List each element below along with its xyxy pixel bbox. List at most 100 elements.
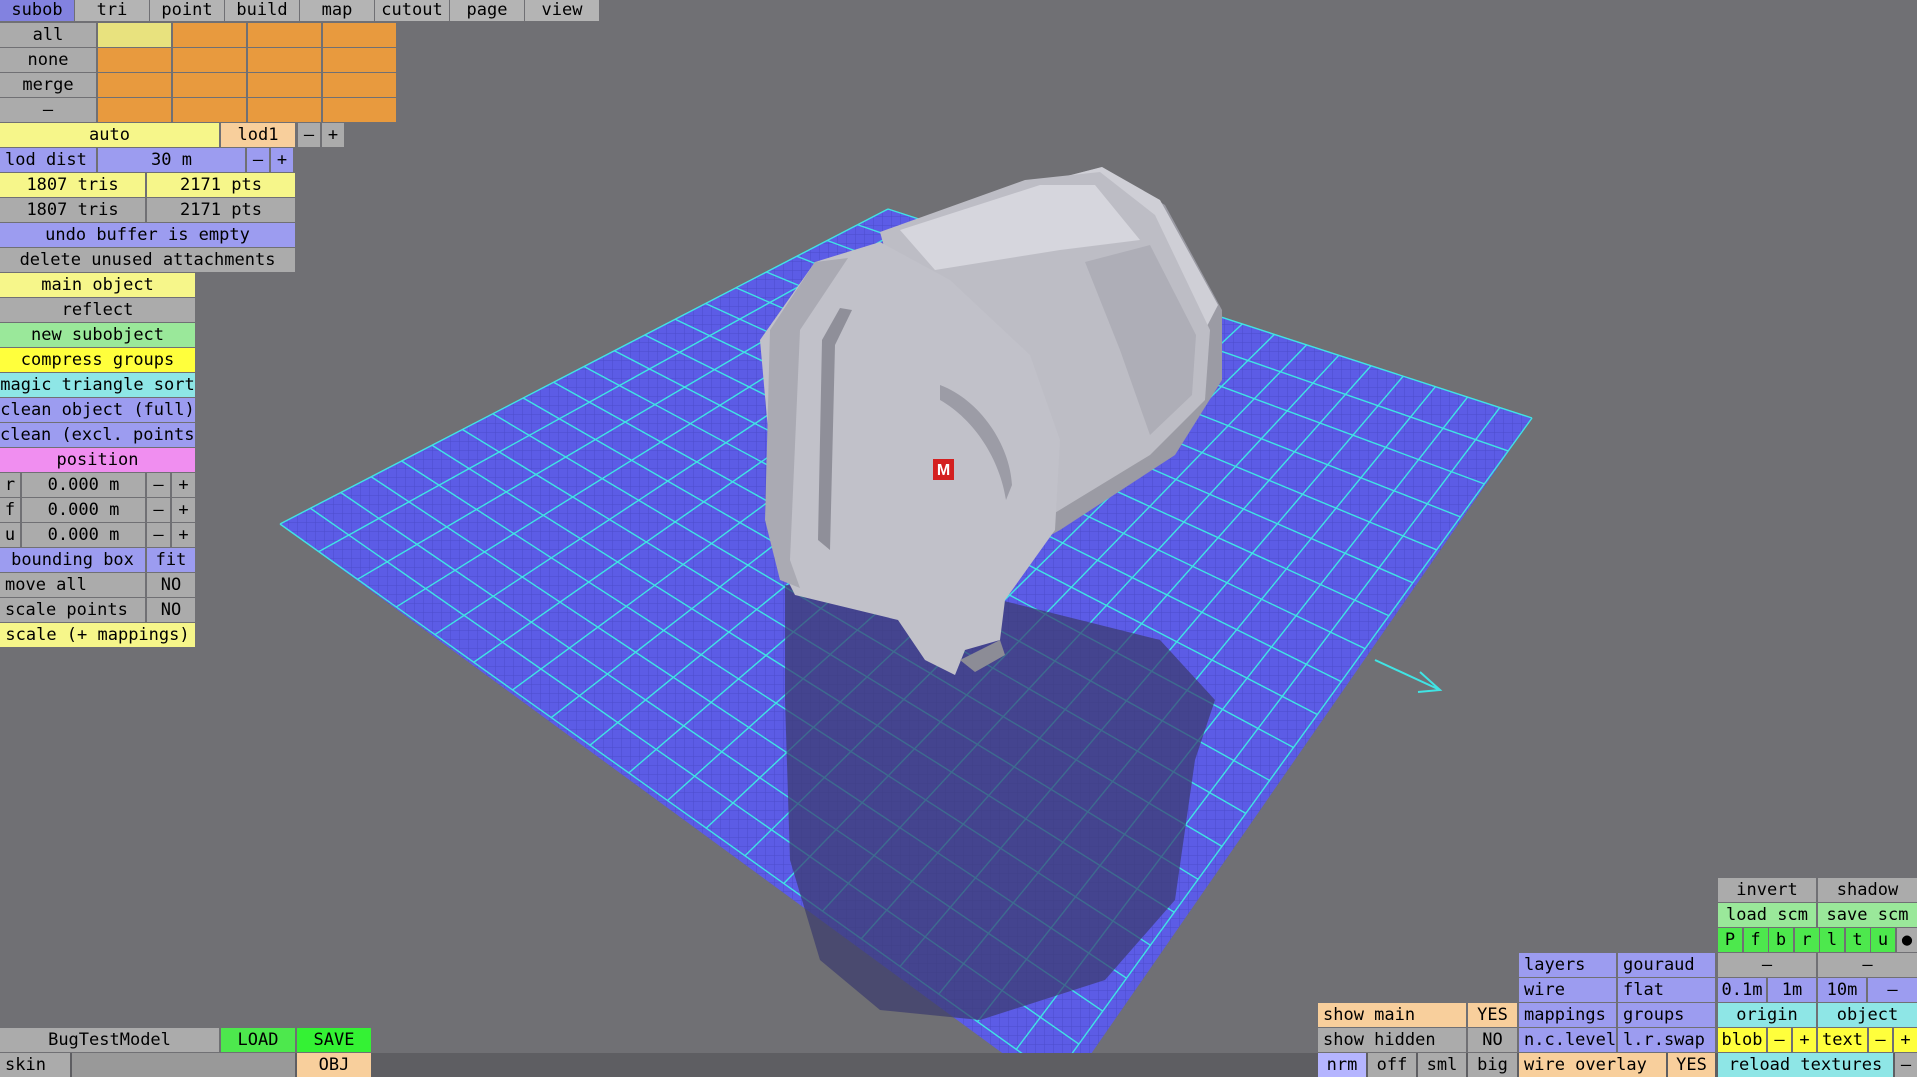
subobject-swatch[interactable] [323, 48, 396, 72]
position-minus-f[interactable]: – [147, 498, 170, 522]
text-button[interactable]: text [1818, 1028, 1867, 1052]
subobject-swatch[interactable] [323, 73, 396, 97]
view-u-button[interactable]: u [1871, 928, 1895, 952]
mappings-button[interactable]: mappings [1519, 1003, 1616, 1027]
magic-triangle-sort-button[interactable]: magic triangle sort [0, 373, 195, 397]
undo-buffer-status[interactable]: undo buffer is empty [0, 223, 295, 247]
view-b-button[interactable]: b [1769, 928, 1793, 952]
position-plus-u[interactable]: + [172, 523, 195, 547]
skin-field[interactable] [72, 1053, 295, 1077]
position-plus-f[interactable]: + [172, 498, 195, 522]
main-object-button[interactable]: main object [0, 273, 195, 297]
scale-mappings-button[interactable]: scale (+ mappings) [0, 623, 195, 647]
position-minus-u[interactable]: – [147, 523, 170, 547]
bounding-box-fit-button[interactable]: fit [147, 548, 195, 572]
subobject-swatch[interactable] [98, 23, 171, 47]
subobject-swatch[interactable] [248, 98, 321, 122]
view-l-button[interactable]: l [1820, 928, 1844, 952]
shadow-button[interactable]: shadow [1818, 878, 1917, 902]
wire-overlay-toggle[interactable]: YES [1668, 1053, 1715, 1077]
tab-tri[interactable]: tri [75, 0, 149, 21]
lod-plus-button[interactable]: + [322, 123, 344, 147]
view-P-button[interactable]: P [1718, 928, 1742, 952]
bounding-box-button[interactable]: bounding box [0, 548, 145, 572]
text-minus-button[interactable]: – [1869, 1028, 1892, 1052]
subobject-swatch[interactable] [248, 23, 321, 47]
grid-1m-button[interactable]: 1m [1768, 978, 1816, 1002]
clean-excl-points-button[interactable]: clean (excl. points) [0, 423, 195, 447]
tab-map[interactable]: map [300, 0, 374, 21]
right-dash-right[interactable]: – [1818, 953, 1917, 977]
normal-size-nrm-button[interactable]: nrm [1318, 1053, 1366, 1077]
save-scm-button[interactable]: save scm [1818, 903, 1917, 927]
position-header[interactable]: position [0, 448, 195, 472]
show-hidden-toggle[interactable]: NO [1468, 1028, 1517, 1052]
subobject-swatch[interactable] [98, 73, 171, 97]
subobject-swatch[interactable] [98, 48, 171, 72]
subobject-swatch[interactable] [323, 23, 396, 47]
tab-view[interactable]: view [525, 0, 599, 21]
blob-plus-button[interactable]: + [1793, 1028, 1816, 1052]
grid-10m-button[interactable]: 10m [1818, 978, 1866, 1002]
position-value-r[interactable]: 0.000 m [22, 473, 145, 497]
layers-button[interactable]: layers [1519, 953, 1616, 977]
flat-button[interactable]: flat [1618, 978, 1715, 1002]
groups-button[interactable]: groups [1618, 1003, 1715, 1027]
normal-size-big-button[interactable]: big [1468, 1053, 1517, 1077]
subobject-swatch[interactable] [173, 98, 246, 122]
select-merge-button[interactable]: merge [0, 73, 96, 97]
subobject-swatch[interactable] [248, 73, 321, 97]
position-value-f[interactable]: 0.000 m [22, 498, 145, 522]
view-f-button[interactable]: f [1743, 928, 1768, 952]
view-t-button[interactable]: t [1845, 928, 1870, 952]
show-main-toggle[interactable]: YES [1468, 1003, 1517, 1027]
model-name-field[interactable]: BugTestModel [0, 1028, 219, 1052]
subobject-swatch[interactable] [173, 48, 246, 72]
lod-dist-minus-button[interactable]: – [247, 148, 269, 172]
subobject-swatch[interactable] [98, 98, 171, 122]
new-subobject-button[interactable]: new subobject [0, 323, 195, 347]
tab-subob[interactable]: subob [0, 0, 74, 21]
lod-dist-value[interactable]: 30 m [98, 148, 245, 172]
lod-dist-plus-button[interactable]: + [271, 148, 293, 172]
lod-minus-button[interactable]: – [298, 123, 320, 147]
view-r-button[interactable]: r [1794, 928, 1819, 952]
tab-point[interactable]: point [150, 0, 224, 21]
delete-unused-attachments-button[interactable]: delete unused attachments [0, 248, 295, 272]
select-all-button[interactable]: all [0, 23, 96, 47]
lod-auto-button[interactable]: auto [0, 123, 219, 147]
subobject-swatch[interactable] [323, 98, 396, 122]
position-plus-r[interactable]: + [172, 473, 195, 497]
grid-0-1m-button[interactable]: 0.1m [1718, 978, 1766, 1002]
reload-minus-button[interactable]: – [1895, 1053, 1917, 1077]
subobject-swatch[interactable] [248, 48, 321, 72]
load-scm-button[interactable]: load scm [1718, 903, 1816, 927]
gouraud-button[interactable]: gouraud [1618, 953, 1715, 977]
position-minus-r[interactable]: – [147, 473, 170, 497]
select-none-button[interactable]: none [0, 48, 96, 72]
select-dash-button[interactable]: – [0, 98, 96, 122]
right-dash-left[interactable]: – [1718, 953, 1816, 977]
blob-button[interactable]: blob [1718, 1028, 1766, 1052]
clean-object-full-button[interactable]: clean object (full) [0, 398, 195, 422]
lod-name[interactable]: lod1 [221, 123, 295, 147]
invert-button[interactable]: invert [1718, 878, 1816, 902]
object-button[interactable]: object [1818, 1003, 1917, 1027]
blob-minus-button[interactable]: – [1768, 1028, 1791, 1052]
tab-build[interactable]: build [225, 0, 299, 21]
move-all-toggle[interactable]: NO [147, 573, 195, 597]
load-button[interactable]: LOAD [221, 1028, 295, 1052]
scale-points-toggle[interactable]: NO [147, 598, 195, 622]
tab-page[interactable]: page [450, 0, 524, 21]
view-dot-button[interactable]: ● [1897, 928, 1917, 952]
compress-groups-button[interactable]: compress groups [0, 348, 195, 372]
origin-button[interactable]: origin [1718, 1003, 1816, 1027]
subobject-swatch[interactable] [173, 23, 246, 47]
nc-level-button[interactable]: n.c.level [1519, 1028, 1616, 1052]
normal-size-sml-button[interactable]: sml [1418, 1053, 1466, 1077]
reflect-button[interactable]: reflect [0, 298, 195, 322]
reload-textures-button[interactable]: reload textures [1718, 1053, 1893, 1077]
tab-cutout[interactable]: cutout [375, 0, 449, 21]
position-value-u[interactable]: 0.000 m [22, 523, 145, 547]
obj-button[interactable]: OBJ [297, 1053, 371, 1077]
